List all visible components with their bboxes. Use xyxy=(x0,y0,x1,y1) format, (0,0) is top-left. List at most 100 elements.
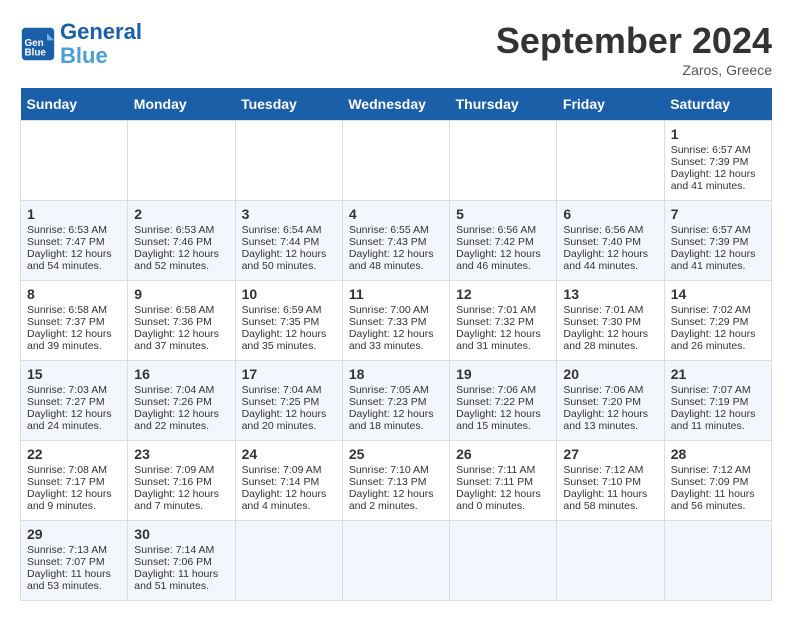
sunset-text: Sunset: 7:43 PM xyxy=(349,236,427,248)
day-number: 16 xyxy=(134,366,228,382)
sunset-text: Sunset: 7:42 PM xyxy=(456,236,534,248)
title-section: September 2024 Zaros, Greece xyxy=(496,20,772,78)
calendar-cell: 20Sunrise: 7:06 AMSunset: 7:20 PMDayligh… xyxy=(557,361,664,441)
sunrise-text: Sunrise: 7:10 AM xyxy=(349,464,429,476)
calendar-cell xyxy=(450,121,557,201)
sunrise-text: Sunrise: 6:54 AM xyxy=(242,224,322,236)
day-number: 20 xyxy=(563,366,657,382)
week-row-4: 15Sunrise: 7:03 AMSunset: 7:27 PMDayligh… xyxy=(21,361,772,441)
sunrise-text: Sunrise: 7:12 AM xyxy=(671,464,751,476)
sunset-text: Sunset: 7:33 PM xyxy=(349,316,427,328)
calendar-cell xyxy=(557,521,664,601)
sunset-text: Sunset: 7:44 PM xyxy=(242,236,320,248)
location: Zaros, Greece xyxy=(496,62,772,78)
logo-icon: Gen Blue xyxy=(20,26,56,62)
day-number: 24 xyxy=(242,446,336,462)
calendar-cell: 28Sunrise: 7:12 AMSunset: 7:09 PMDayligh… xyxy=(664,441,771,521)
sunrise-text: Sunrise: 6:57 AM xyxy=(671,144,751,156)
sunset-text: Sunset: 7:30 PM xyxy=(563,316,641,328)
sunset-text: Sunset: 7:36 PM xyxy=(134,316,212,328)
sunrise-text: Sunrise: 7:08 AM xyxy=(27,464,107,476)
sunrise-text: Sunrise: 7:04 AM xyxy=(242,384,322,396)
calendar-cell: 9Sunrise: 6:58 AMSunset: 7:36 PMDaylight… xyxy=(128,281,235,361)
calendar-cell: 1Sunrise: 6:53 AMSunset: 7:47 PMDaylight… xyxy=(21,201,128,281)
svg-text:Blue: Blue xyxy=(25,48,47,59)
day-number: 17 xyxy=(242,366,336,382)
sunrise-text: Sunrise: 7:06 AM xyxy=(563,384,643,396)
sunset-text: Sunset: 7:22 PM xyxy=(456,396,534,408)
calendar-cell: 1Sunrise: 6:57 AMSunset: 7:39 PMDaylight… xyxy=(664,121,771,201)
calendar-cell: 3Sunrise: 6:54 AMSunset: 7:44 PMDaylight… xyxy=(235,201,342,281)
sunrise-text: Sunrise: 6:59 AM xyxy=(242,304,322,316)
calendar-cell: 15Sunrise: 7:03 AMSunset: 7:27 PMDayligh… xyxy=(21,361,128,441)
day-number: 29 xyxy=(27,526,121,542)
day-number: 18 xyxy=(349,366,443,382)
sunrise-text: Sunrise: 6:55 AM xyxy=(349,224,429,236)
day-number: 9 xyxy=(134,286,228,302)
calendar-cell xyxy=(128,121,235,201)
calendar-cell: 19Sunrise: 7:06 AMSunset: 7:22 PMDayligh… xyxy=(450,361,557,441)
sunset-text: Sunset: 7:06 PM xyxy=(134,556,212,568)
sunrise-text: Sunrise: 7:09 AM xyxy=(242,464,322,476)
logo: Gen Blue GeneralBlue xyxy=(20,20,142,68)
sunset-text: Sunset: 7:17 PM xyxy=(27,476,105,488)
calendar-cell: 7Sunrise: 6:57 AMSunset: 7:39 PMDaylight… xyxy=(664,201,771,281)
column-header-thursday: Thursday xyxy=(450,88,557,121)
calendar-cell: 10Sunrise: 6:59 AMSunset: 7:35 PMDayligh… xyxy=(235,281,342,361)
calendar-cell: 30Sunrise: 7:14 AMSunset: 7:06 PMDayligh… xyxy=(128,521,235,601)
calendar-cell: 14Sunrise: 7:02 AMSunset: 7:29 PMDayligh… xyxy=(664,281,771,361)
sunrise-text: Sunrise: 6:58 AM xyxy=(27,304,107,316)
calendar-cell: 5Sunrise: 6:56 AMSunset: 7:42 PMDaylight… xyxy=(450,201,557,281)
calendar-cell: 16Sunrise: 7:04 AMSunset: 7:26 PMDayligh… xyxy=(128,361,235,441)
sunset-text: Sunset: 7:26 PM xyxy=(134,396,212,408)
sunset-text: Sunset: 7:20 PM xyxy=(563,396,641,408)
page-header: Gen Blue GeneralBlue September 2024 Zaro… xyxy=(20,20,772,78)
sunset-text: Sunset: 7:11 PM xyxy=(456,476,533,488)
daylight-text: Daylight: 12 hours and 33 minutes. xyxy=(349,328,434,352)
day-number: 12 xyxy=(456,286,550,302)
calendar-cell: 24Sunrise: 7:09 AMSunset: 7:14 PMDayligh… xyxy=(235,441,342,521)
sunrise-text: Sunrise: 7:09 AM xyxy=(134,464,214,476)
day-number: 21 xyxy=(671,366,765,382)
sunrise-text: Sunrise: 7:13 AM xyxy=(27,544,107,556)
sunset-text: Sunset: 7:39 PM xyxy=(671,236,749,248)
day-number: 3 xyxy=(242,206,336,222)
day-number: 6 xyxy=(563,206,657,222)
day-number: 1 xyxy=(671,126,765,142)
day-number: 27 xyxy=(563,446,657,462)
logo-text: GeneralBlue xyxy=(60,20,142,68)
daylight-text: Daylight: 11 hours and 56 minutes. xyxy=(671,488,755,512)
daylight-text: Daylight: 12 hours and 26 minutes. xyxy=(671,328,756,352)
sunrise-text: Sunrise: 7:12 AM xyxy=(563,464,643,476)
day-number: 14 xyxy=(671,286,765,302)
sunset-text: Sunset: 7:23 PM xyxy=(349,396,427,408)
calendar-cell xyxy=(342,521,449,601)
daylight-text: Daylight: 12 hours and 28 minutes. xyxy=(563,328,648,352)
daylight-text: Daylight: 12 hours and 31 minutes. xyxy=(456,328,541,352)
column-header-wednesday: Wednesday xyxy=(342,88,449,121)
calendar-cell xyxy=(557,121,664,201)
calendar-cell: 6Sunrise: 6:56 AMSunset: 7:40 PMDaylight… xyxy=(557,201,664,281)
sunset-text: Sunset: 7:25 PM xyxy=(242,396,320,408)
daylight-text: Daylight: 12 hours and 35 minutes. xyxy=(242,328,327,352)
day-number: 23 xyxy=(134,446,228,462)
sunrise-text: Sunrise: 7:07 AM xyxy=(671,384,751,396)
sunrise-text: Sunrise: 7:11 AM xyxy=(456,464,535,476)
week-row-5: 22Sunrise: 7:08 AMSunset: 7:17 PMDayligh… xyxy=(21,441,772,521)
daylight-text: Daylight: 12 hours and 48 minutes. xyxy=(349,248,434,272)
calendar-cell xyxy=(450,521,557,601)
daylight-text: Daylight: 12 hours and 41 minutes. xyxy=(671,168,756,192)
week-row-1: 1Sunrise: 6:57 AMSunset: 7:39 PMDaylight… xyxy=(21,121,772,201)
sunrise-text: Sunrise: 6:56 AM xyxy=(563,224,643,236)
day-number: 25 xyxy=(349,446,443,462)
calendar-cell: 12Sunrise: 7:01 AMSunset: 7:32 PMDayligh… xyxy=(450,281,557,361)
calendar-cell xyxy=(342,121,449,201)
calendar-cell xyxy=(664,521,771,601)
sunset-text: Sunset: 7:47 PM xyxy=(27,236,105,248)
sunset-text: Sunset: 7:37 PM xyxy=(27,316,105,328)
calendar-table: SundayMondayTuesdayWednesdayThursdayFrid… xyxy=(20,88,772,601)
calendar-cell xyxy=(235,521,342,601)
calendar-cell: 26Sunrise: 7:11 AMSunset: 7:11 PMDayligh… xyxy=(450,441,557,521)
day-number: 7 xyxy=(671,206,765,222)
sunset-text: Sunset: 7:09 PM xyxy=(671,476,749,488)
